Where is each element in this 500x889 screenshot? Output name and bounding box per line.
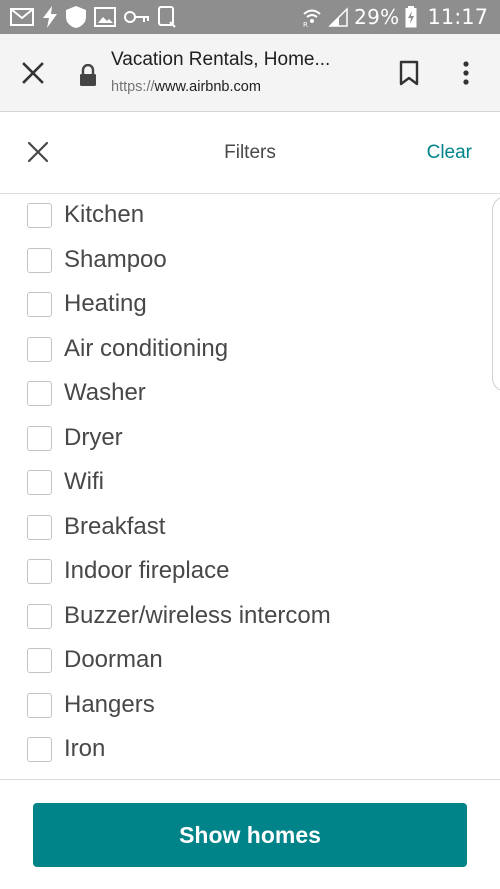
amenity-label: Hangers [64, 690, 155, 718]
amenity-item[interactable]: Wifi [0, 461, 490, 505]
status-bar: R 29% 11:17 [0, 0, 500, 34]
amenity-checkbox[interactable] [27, 514, 52, 540]
amenity-label: Doorman [64, 646, 163, 673]
amenity-label: Shampoo [64, 245, 167, 273]
amenity-checkbox[interactable] [27, 203, 52, 228]
amenity-checkbox[interactable] [27, 603, 52, 629]
filters-header: Filters Clear [0, 112, 500, 194]
url-scheme: https:// [111, 79, 155, 95]
amenity-checkbox[interactable] [27, 292, 52, 317]
amenity-item[interactable]: Dryer [0, 417, 490, 461]
amenity-item[interactable]: Heating [0, 283, 490, 327]
battery-charging-icon [405, 6, 417, 28]
scrollbar[interactable] [492, 196, 500, 392]
amenity-item[interactable]: Air conditioning [0, 328, 490, 372]
clock: 11:17 [427, 5, 488, 29]
more-vert-icon [463, 61, 469, 85]
amenity-label: Kitchen [64, 201, 145, 228]
svg-text:R: R [303, 21, 308, 27]
amenity-item[interactable]: Doorman [0, 639, 490, 683]
amenity-checkbox[interactable] [27, 470, 52, 495]
amenity-item[interactable]: Kitchen [0, 194, 490, 238]
amenity-item[interactable]: Hangers [0, 684, 490, 728]
amenity-checkbox[interactable] [27, 559, 52, 584]
amenity-checkbox[interactable] [27, 648, 52, 673]
amenity-checkbox[interactable] [27, 247, 52, 273]
amenity-label: Washer [64, 379, 146, 406]
clear-button[interactable]: Clear [427, 142, 472, 164]
amenity-checkbox[interactable] [27, 737, 52, 762]
amenity-label: Buzzer/wireless intercom [64, 601, 331, 629]
key-icon [124, 10, 150, 24]
browser-toolbar: Vacation Rentals, Home... https://www.ai… [0, 34, 500, 112]
amenity-item[interactable]: Shampoo [0, 239, 490, 283]
lock-icon [79, 63, 99, 86]
close-icon [22, 62, 44, 84]
amenity-checkbox[interactable] [27, 425, 52, 451]
bookmark-button[interactable] [394, 56, 424, 90]
amenity-item[interactable]: Breakfast [0, 506, 490, 550]
amenity-checkbox[interactable] [27, 692, 52, 718]
mail-icon [10, 8, 34, 26]
amenity-label: Wifi [64, 468, 104, 495]
signal-icon [328, 7, 348, 27]
filters-footer: Show homes [0, 779, 500, 889]
amenity-item[interactable]: Iron [0, 728, 490, 772]
wifi-icon: R [302, 7, 322, 27]
amenity-label: Dryer [64, 423, 123, 451]
amenity-label: Heating [64, 290, 147, 317]
system-icons: R 29% 11:17 [302, 0, 488, 34]
amenity-checkbox[interactable] [27, 336, 52, 362]
page-url[interactable]: https://www.airbnb.com [111, 79, 373, 95]
amenity-item[interactable]: Indoor fireplace [0, 550, 490, 594]
amenity-checkbox[interactable] [27, 381, 52, 406]
close-tab-button[interactable] [17, 57, 49, 89]
amenity-label: Breakfast [64, 512, 166, 540]
page-title: Vacation Rentals, Home... [111, 49, 331, 70]
amenity-label: Indoor fireplace [64, 557, 230, 584]
overflow-menu-button[interactable] [454, 56, 478, 90]
notification-icons [10, 0, 176, 34]
amenity-label: Iron [64, 735, 106, 762]
amenity-label: Air conditioning [64, 334, 229, 362]
amenity-list: Kitchen Shampoo Heating Air conditioning… [0, 194, 500, 779]
cast-icon [158, 6, 176, 28]
show-homes-button[interactable]: Show homes [33, 803, 467, 867]
filters-title: Filters [224, 142, 276, 163]
url-host: www.airbnb.com [154, 79, 261, 95]
bookmark-icon [399, 60, 419, 86]
amenity-item[interactable]: Buzzer/wireless intercom [0, 595, 490, 639]
shield-icon [66, 6, 86, 28]
battery-percentage: 29% [354, 5, 400, 29]
flash-icon [42, 6, 58, 28]
image-icon [94, 7, 116, 27]
amenity-item[interactable]: Washer [0, 372, 490, 416]
